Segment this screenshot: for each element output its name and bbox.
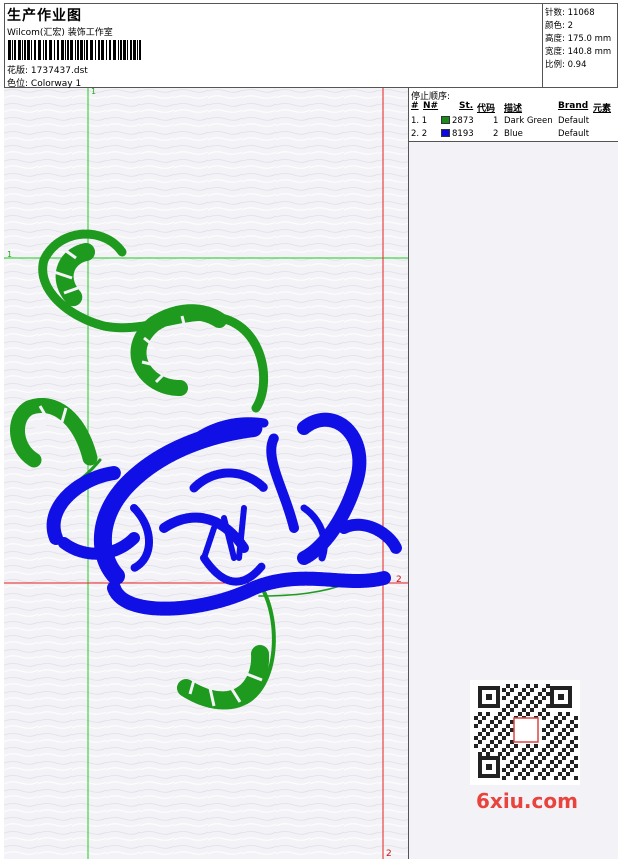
row-brand: Default bbox=[558, 116, 590, 126]
guide-label-green-v: 1 bbox=[91, 88, 96, 96]
col-hash: # bbox=[411, 101, 419, 111]
design-canvas[interactable]: 1 1 2 2 bbox=[4, 88, 409, 859]
design-line: 花版: 1737437.dst bbox=[7, 63, 88, 76]
col-code: 代码 bbox=[477, 104, 496, 114]
col-brand: Brand bbox=[558, 101, 589, 111]
row-brand: Default bbox=[558, 129, 590, 139]
qr-stamp bbox=[513, 717, 539, 743]
design-file: 1737437.dst bbox=[30, 66, 88, 76]
row-stitches: 8193 bbox=[452, 129, 474, 139]
row-index: 1. 1 bbox=[411, 116, 428, 126]
row-code: 2 bbox=[493, 129, 499, 139]
stats-box: 针数: 11068 颜色: 2 高度: 175.0 mm 宽度: 140.8 m… bbox=[542, 3, 618, 88]
barcode bbox=[8, 40, 141, 60]
watermark-logo: 6xiu.com bbox=[476, 789, 578, 813]
col-element: 元素 bbox=[593, 104, 612, 114]
design-label: 花版: bbox=[7, 66, 29, 76]
stop-sequence-table: 停止顺序: # N# St. 代码 描述 Brand 元素 1. 1 2873 … bbox=[409, 88, 618, 142]
row-stitches: 2873 bbox=[452, 116, 474, 126]
col-description: 描述 bbox=[504, 104, 523, 114]
color-swatch bbox=[441, 116, 450, 124]
page-title: 生产作业图 bbox=[7, 8, 82, 24]
row-code: 1 bbox=[493, 116, 499, 126]
qr-code-image bbox=[470, 680, 580, 785]
guide-label-green-h: 1 bbox=[7, 250, 12, 259]
col-stitches: St. bbox=[459, 101, 474, 111]
embroidery-preview: 1 1 2 2 bbox=[4, 88, 408, 859]
stat-colors: 颜色: 2 bbox=[545, 21, 573, 31]
color-swatch bbox=[441, 129, 450, 137]
guide-label-red-h: 2 bbox=[396, 575, 402, 585]
fabric-texture bbox=[4, 88, 408, 859]
stat-scale: 比例: 0.94 bbox=[545, 60, 587, 70]
guide-label-red-v: 2 bbox=[386, 849, 392, 859]
row-description: Dark Green bbox=[504, 116, 553, 126]
company-name: Wilcom(汇宏) 装饰工作室 bbox=[7, 28, 113, 38]
row-description: Blue bbox=[504, 129, 523, 139]
row-index: 2. 2 bbox=[411, 129, 428, 139]
header: 生产作业图 Wilcom(汇宏) 装饰工作室 花版: 1737437.dst 色… bbox=[4, 3, 618, 89]
col-number: N# bbox=[423, 101, 439, 111]
stat-width: 宽度: 140.8 mm bbox=[545, 47, 612, 57]
stat-stitches: 针数: 11068 bbox=[545, 8, 595, 18]
stat-height: 高度: 175.0 mm bbox=[545, 34, 612, 44]
